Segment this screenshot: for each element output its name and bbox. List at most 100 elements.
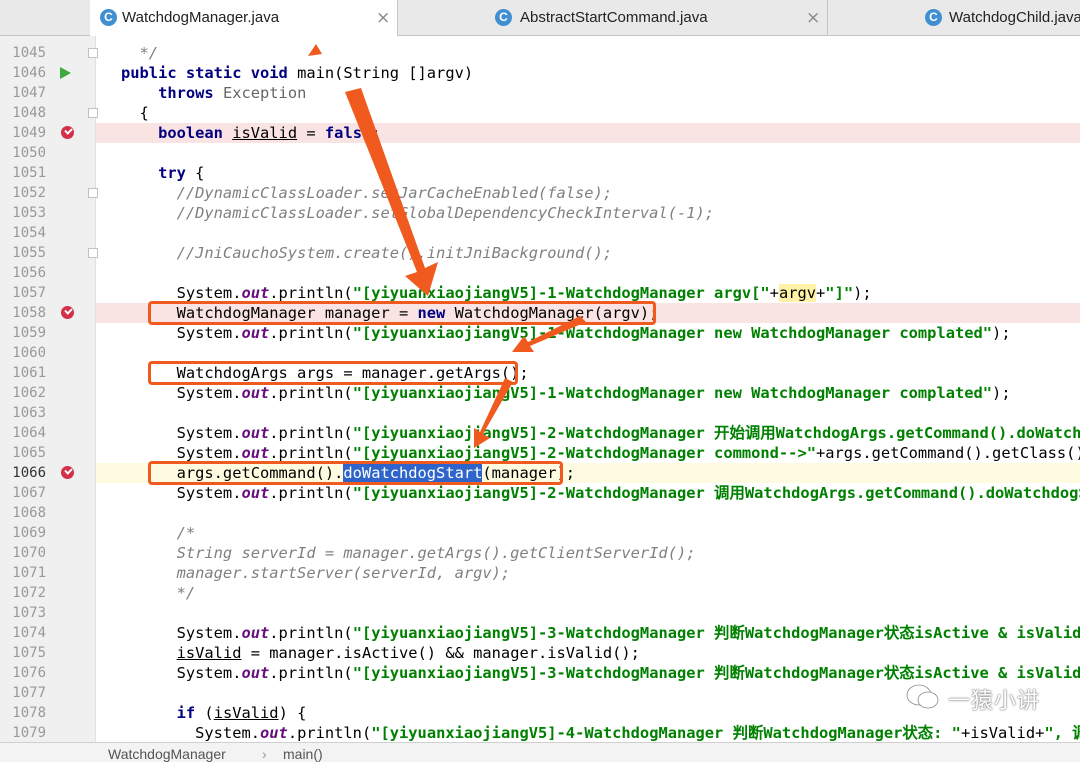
- code-line[interactable]: System.out.println("[yiyuanxiaojiangV5]-…: [96, 283, 1080, 303]
- line-number[interactable]: 1057: [0, 283, 46, 303]
- line-number[interactable]: 1064: [0, 423, 46, 443]
- breakpoint-icon[interactable]: [61, 126, 74, 139]
- line-number[interactable]: 1052: [0, 183, 46, 203]
- code-line[interactable]: [96, 603, 1080, 623]
- code-line[interactable]: //DynamicClassLoader.setGlobalDependency…: [96, 203, 1080, 223]
- code-token: out: [241, 424, 270, 442]
- line-number[interactable]: 1061: [0, 363, 46, 383]
- line-number[interactable]: 1060: [0, 343, 46, 363]
- code-line[interactable]: [96, 343, 1080, 363]
- editor-gutter[interactable]: 1045 1046 1047 1048 1049 1050 1051 1052 1053 1054…: [0, 36, 98, 761]
- line-number[interactable]: 1070: [0, 543, 46, 563]
- code-line[interactable]: System.out.println("[yiyuanxiaojiangV5]-…: [96, 423, 1080, 443]
- code-editor[interactable]: */public static void main(String []argv)…: [96, 36, 1080, 742]
- code-token: .println(: [269, 444, 353, 462]
- annotation-box: [148, 461, 563, 485]
- line-number[interactable]: 1051: [0, 163, 46, 183]
- tab-watchdogmanager-java[interactable]: C WatchdogManager.java ×: [90, 0, 398, 36]
- line-number[interactable]: 1073: [0, 603, 46, 623]
- code-line[interactable]: System.out.println("[yiyuanxiaojiangV5]-…: [96, 383, 1080, 403]
- code-line[interactable]: System.out.println("[yiyuanxiaojiangV5]-…: [96, 323, 1080, 343]
- code-line[interactable]: */: [96, 583, 1080, 603]
- code-token: "[yiyuanxiaojiangV5]-2-WatchdogManager c…: [352, 444, 816, 462]
- code-line[interactable]: throws Exception: [96, 83, 1080, 103]
- code-line[interactable]: String serverId = manager.getArgs().getC…: [96, 543, 1080, 563]
- line-number[interactable]: 1076: [0, 663, 46, 683]
- breakpoint-icon[interactable]: [61, 466, 74, 479]
- line-number[interactable]: 1047: [0, 83, 46, 103]
- tab-abstractstartcommand-java[interactable]: C AbstractStartCommand.java ×: [398, 0, 828, 36]
- code-line[interactable]: /*: [96, 523, 1080, 543]
- line-number[interactable]: 1063: [0, 403, 46, 423]
- code-line[interactable]: System.out.println("[yiyuanxiaojiangV5]-…: [96, 663, 1080, 683]
- code-line[interactable]: boolean isValid = false;: [96, 123, 1080, 143]
- line-number[interactable]: 1045: [0, 43, 46, 63]
- code-token: System.: [121, 444, 242, 462]
- code-line[interactable]: public static void main(String []argv): [96, 63, 1080, 83]
- breadcrumb-method[interactable]: main(): [283, 746, 323, 762]
- line-number[interactable]: 1049: [0, 123, 46, 143]
- code-line[interactable]: //JniCauchoSystem.create().initJniBackgr…: [96, 243, 1080, 263]
- code-line[interactable]: [96, 503, 1080, 523]
- code-token: isValid: [232, 124, 298, 142]
- code-token: isValid: [213, 704, 279, 722]
- editor-tab-bar: C WatchdogManager.java × C AbstractStart…: [0, 0, 1080, 36]
- line-number[interactable]: 1078: [0, 703, 46, 723]
- code-token: =: [297, 124, 325, 142]
- code-token: */: [121, 584, 196, 602]
- line-number[interactable]: 1053: [0, 203, 46, 223]
- code-token: .println(: [269, 424, 353, 442]
- line-number[interactable]: 1074: [0, 623, 46, 643]
- close-icon[interactable]: ×: [376, 8, 390, 28]
- code-line[interactable]: System.out.println("[yiyuanxiaojiangV5]-…: [96, 623, 1080, 643]
- annotation-box: [148, 301, 656, 325]
- line-number[interactable]: 1072: [0, 583, 46, 603]
- line-number[interactable]: 1048: [0, 103, 46, 123]
- line-number[interactable]: 1056: [0, 263, 46, 283]
- line-number[interactable]: 1066: [0, 463, 46, 483]
- line-number[interactable]: 1071: [0, 563, 46, 583]
- code-line[interactable]: try {: [96, 163, 1080, 183]
- code-token: out: [241, 624, 270, 642]
- code-line[interactable]: [96, 143, 1080, 163]
- line-number[interactable]: 1055: [0, 243, 46, 263]
- line-number[interactable]: 1050: [0, 143, 46, 163]
- line-number[interactable]: 1069: [0, 523, 46, 543]
- code-line[interactable]: isValid = manager.isActive() && manager.…: [96, 643, 1080, 663]
- code-line[interactable]: System.out.println("[yiyuanxiaojiangV5]-…: [96, 443, 1080, 463]
- code-token: out: [241, 664, 270, 682]
- tab-watchdogchild-java[interactable]: C WatchdogChild.java: [828, 0, 1080, 36]
- code-line[interactable]: [96, 403, 1080, 423]
- line-number[interactable]: 1079: [0, 723, 46, 743]
- code-token: .println(: [269, 664, 353, 682]
- line-number[interactable]: 1059: [0, 323, 46, 343]
- code-token: .println(: [269, 624, 353, 642]
- code-token: */: [121, 44, 159, 62]
- code-token: boolean: [158, 124, 233, 142]
- code-line[interactable]: [96, 263, 1080, 283]
- close-icon[interactable]: ×: [806, 8, 820, 28]
- code-line[interactable]: System.out.println("[yiyuanxiaojiangV5]-…: [96, 723, 1080, 742]
- code-line[interactable]: System.out.println("[yiyuanxiaojiangV5]-…: [96, 483, 1080, 503]
- line-number[interactable]: 1058: [0, 303, 46, 323]
- code-line[interactable]: //DynamicClassLoader.setJarCacheEnabled(…: [96, 183, 1080, 203]
- java-class-icon: C: [495, 9, 512, 26]
- code-token: out: [260, 724, 288, 742]
- line-number[interactable]: 1062: [0, 383, 46, 403]
- line-number[interactable]: 1068: [0, 503, 46, 523]
- code-line[interactable]: [96, 223, 1080, 243]
- line-number[interactable]: 1075: [0, 643, 46, 663]
- breakpoint-icon[interactable]: [61, 306, 74, 319]
- breadcrumb-class[interactable]: WatchdogManager: [108, 746, 226, 762]
- code-line[interactable]: */: [96, 43, 1080, 63]
- code-line[interactable]: {: [96, 103, 1080, 123]
- line-number[interactable]: 1065: [0, 443, 46, 463]
- line-number[interactable]: 1054: [0, 223, 46, 243]
- tab-label: WatchdogChild.java: [949, 9, 1080, 26]
- line-number[interactable]: 1067: [0, 483, 46, 503]
- line-number[interactable]: 1077: [0, 683, 46, 703]
- code-line[interactable]: manager.startServer(serverId, argv);: [96, 563, 1080, 583]
- run-icon[interactable]: [60, 67, 71, 79]
- line-number[interactable]: 1046: [0, 63, 46, 83]
